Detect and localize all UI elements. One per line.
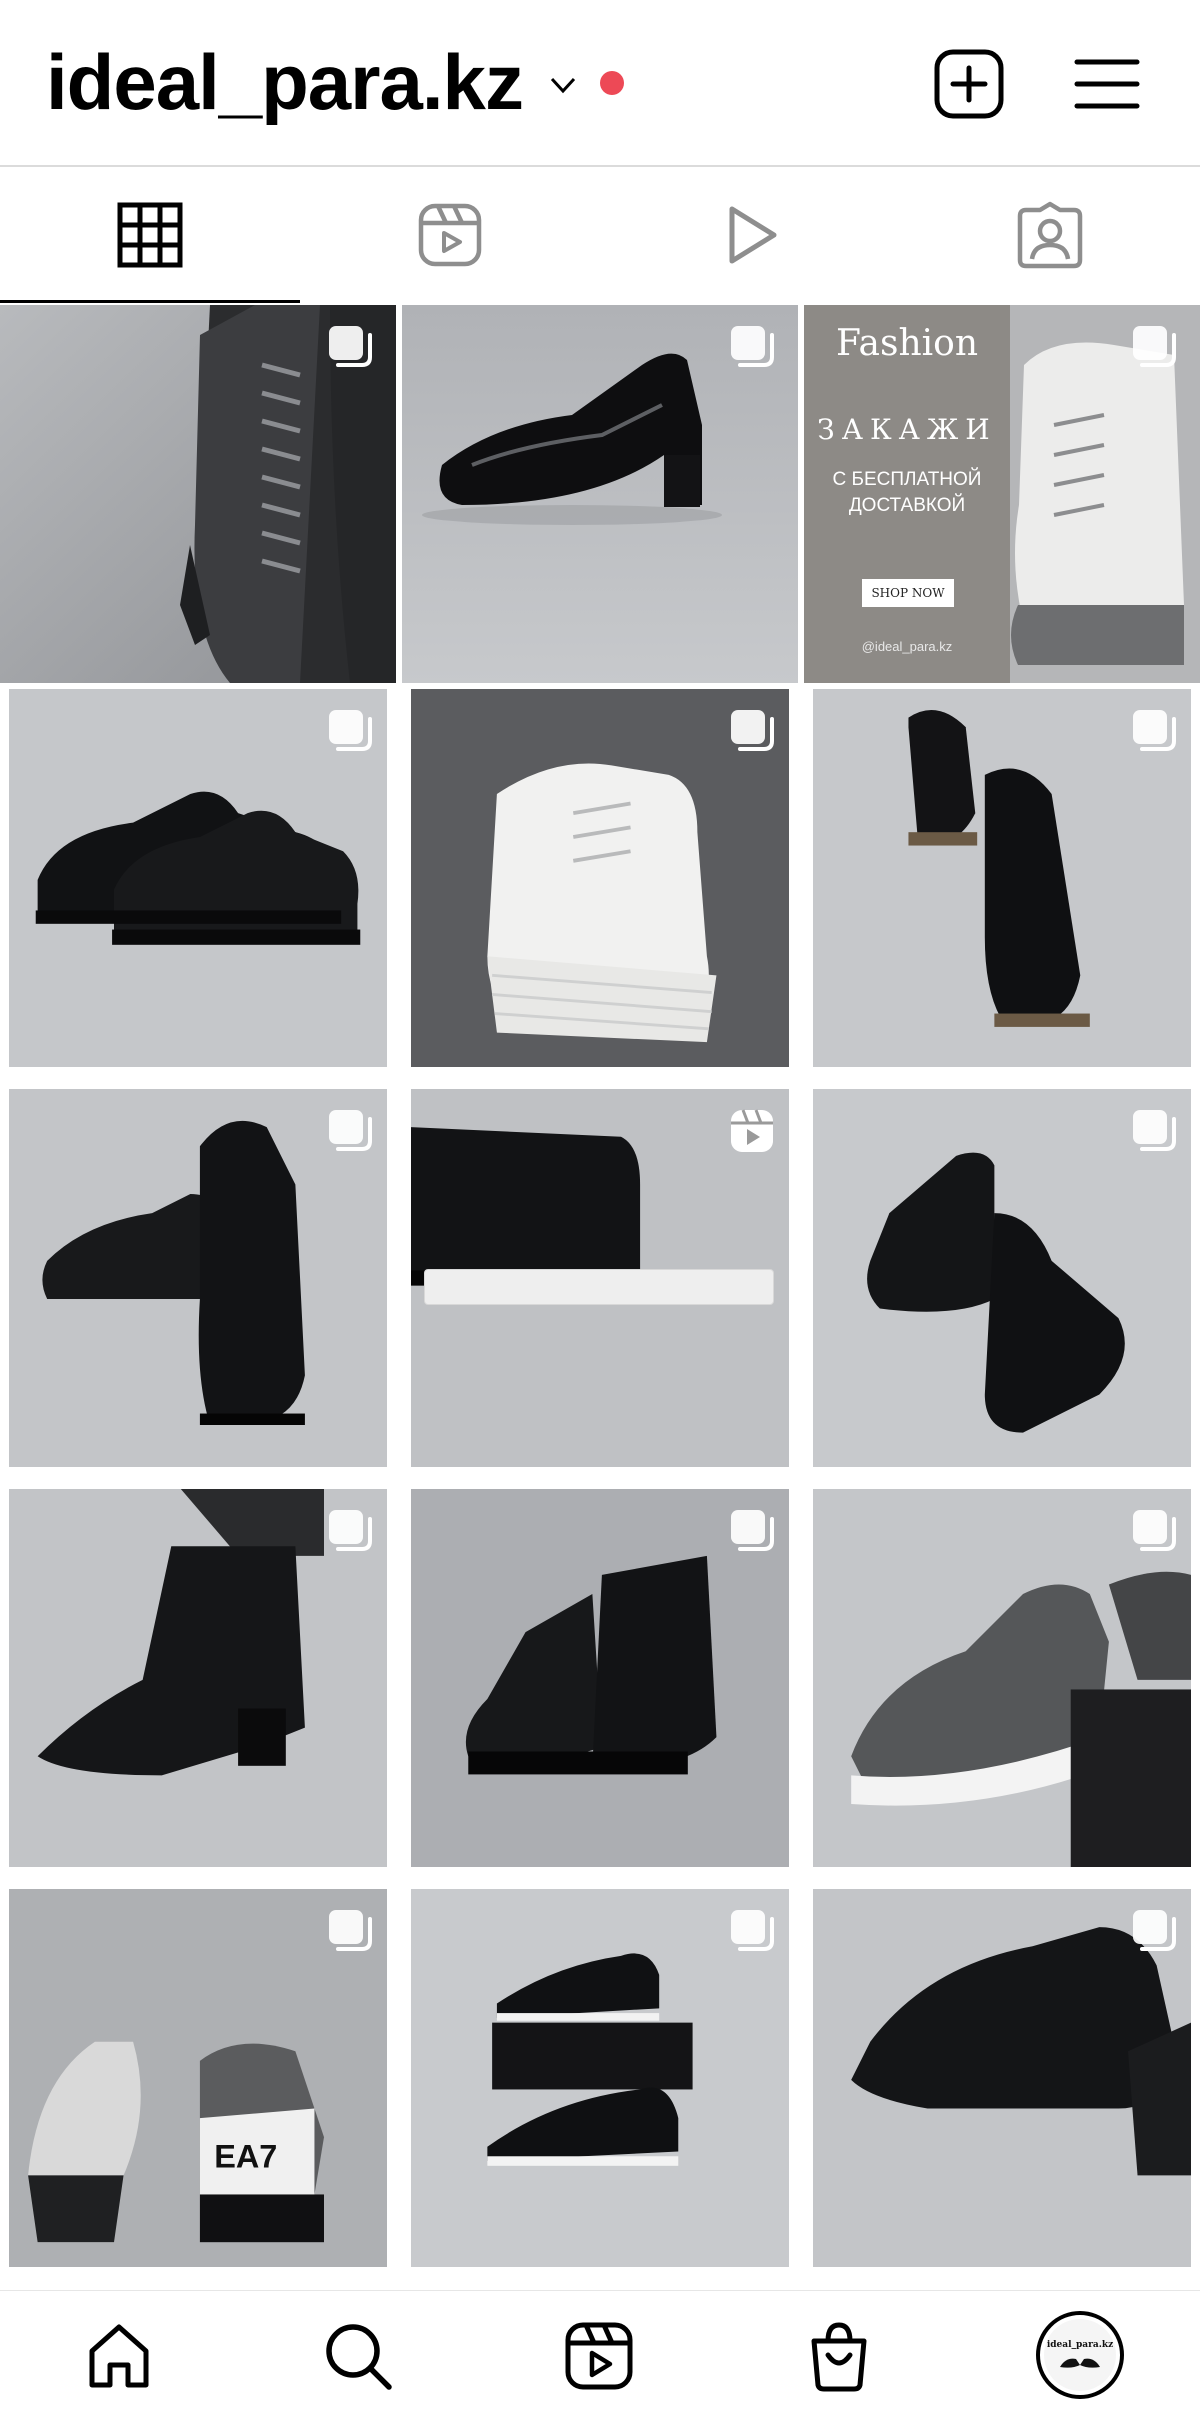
shopping-bag-icon <box>811 2322 867 2392</box>
post-tile[interactable] <box>0 689 396 1067</box>
carousel-badge-icon <box>329 1510 372 1551</box>
tab-videos[interactable] <box>600 167 900 303</box>
post-tile[interactable] <box>0 1089 396 1467</box>
promo-headline: ЗАКАЖИ <box>817 413 997 446</box>
bottom-navigation: ideal_para.kz <box>0 2290 1200 2422</box>
promo-shop-button: SHOP NOW <box>862 579 954 607</box>
grid-icon <box>117 202 183 268</box>
post-tile[interactable] <box>402 1489 798 1867</box>
chevron-down-icon[interactable] <box>546 68 580 102</box>
post-tile[interactable] <box>804 689 1200 1067</box>
profile-username[interactable]: ideal_para.kz <box>46 36 524 128</box>
nav-profile-avatar[interactable]: ideal_para.kz <box>1036 2311 1124 2399</box>
carousel-badge-icon <box>731 1510 774 1551</box>
reels-icon <box>418 203 482 267</box>
carousel-badge-icon <box>1133 326 1176 367</box>
carousel-badge-icon <box>731 326 774 367</box>
carousel-badge-icon <box>329 326 372 367</box>
post-tile[interactable] <box>804 1089 1200 1467</box>
active-tab-indicator <box>0 300 300 303</box>
carousel-badge-icon <box>731 1910 774 1951</box>
promo-subtitle: С БЕСПЛАТНОЙ ДОСТАВКОЙ <box>832 469 982 516</box>
reel-overlay-search-bar <box>424 1269 774 1305</box>
post-tile-reel[interactable] <box>402 1089 798 1467</box>
home-icon <box>89 2324 149 2388</box>
nav-reels[interactable] <box>554 2311 644 2401</box>
notification-dot <box>600 71 624 95</box>
create-post-icon[interactable] <box>933 48 1005 120</box>
post-tile[interactable] <box>0 305 396 683</box>
carousel-badge-icon <box>1133 1910 1176 1951</box>
tagged-user-icon <box>1017 201 1083 269</box>
post-tile[interactable] <box>402 689 798 1067</box>
menu-icon[interactable] <box>1071 48 1143 120</box>
tab-reels[interactable] <box>300 167 600 303</box>
post-tile[interactable] <box>804 1889 1200 2267</box>
nav-home[interactable] <box>74 2311 164 2401</box>
avatar: ideal_para.kz <box>1044 2319 1116 2391</box>
tab-posts[interactable] <box>0 167 300 303</box>
carousel-badge-icon <box>731 710 774 751</box>
post-tile-promo[interactable]: Fashion ЗАКАЖИ С БЕСПЛАТНОЙ ДОСТАВКОЙ SH… <box>804 305 1200 683</box>
promo-panel: Fashion ЗАКАЖИ С БЕСПЛАТНОЙ ДОСТАВКОЙ SH… <box>804 305 1010 683</box>
post-tile[interactable]: EA7 <box>0 1889 396 2267</box>
search-icon <box>326 2324 392 2390</box>
avatar-text: ideal_para.kz <box>1046 2339 1114 2350</box>
profile-header: ideal_para.kz <box>0 0 1200 165</box>
ea7-print: EA7 <box>214 2139 277 2175</box>
post-tile[interactable] <box>402 305 798 683</box>
carousel-badge-icon <box>329 710 372 751</box>
carousel-badge-icon <box>329 1910 372 1951</box>
reels-icon <box>565 2322 633 2390</box>
profile-tabs <box>0 167 1200 303</box>
carousel-badge-icon <box>329 1110 372 1151</box>
tab-tagged[interactable] <box>900 167 1200 303</box>
promo-title: Fashion <box>835 323 979 364</box>
reel-badge-icon <box>731 1109 773 1152</box>
post-tile[interactable] <box>402 1889 798 2267</box>
carousel-badge-icon <box>1133 710 1176 751</box>
promo-handle: @ideal_para.kz <box>861 639 953 654</box>
post-tile[interactable] <box>0 1489 396 1867</box>
nav-shop[interactable] <box>794 2311 884 2401</box>
post-tile[interactable] <box>804 1489 1200 1867</box>
play-icon <box>729 206 777 264</box>
shoe-logo-icon <box>1060 2358 1100 2368</box>
nav-search[interactable] <box>313 2311 403 2401</box>
carousel-badge-icon <box>1133 1510 1176 1551</box>
carousel-badge-icon <box>1133 1110 1176 1151</box>
